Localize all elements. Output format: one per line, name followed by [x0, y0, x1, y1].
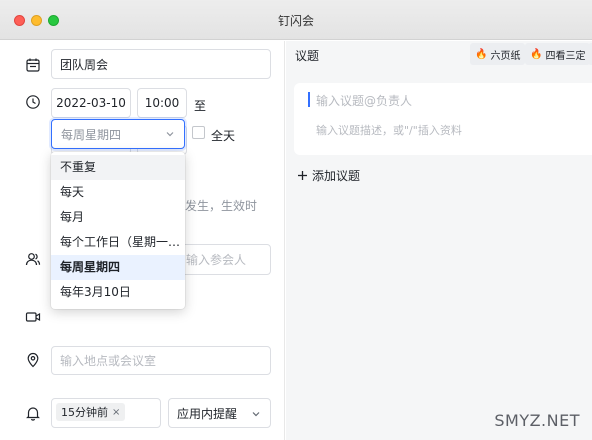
to-label: 至 — [194, 99, 207, 113]
agenda-description-input[interactable]: 输入议题描述，或"/"插入资料 — [316, 122, 462, 138]
agenda-title: 议题 — [295, 49, 320, 63]
remove-tag-icon[interactable]: × — [112, 407, 120, 418]
plus-icon — [298, 171, 307, 180]
window-title: 钉闪会 — [277, 14, 314, 28]
add-agenda-label: 添加议题 — [312, 169, 361, 183]
reminder-type-select[interactable]: 应用内提醒 — [168, 398, 271, 428]
reminder-tag-label: 15分钟前 — [61, 406, 108, 419]
agenda-panel: 议题 🔥 六页纸 🔥 四看三定 输入议题@负责人 输入议题描述，或"/"插入资料… — [286, 41, 592, 440]
repeat-select-value: 每周星期四 — [61, 127, 122, 142]
chip-label: 六页纸 — [490, 50, 521, 62]
add-agenda-button[interactable]: 添加议题 — [297, 167, 360, 184]
participants-icon — [25, 251, 41, 267]
agenda-title-input[interactable]: 输入议题@负责人 — [316, 92, 412, 109]
fire-icon: 🔥 — [530, 48, 543, 60]
template-chip-liuyezhi[interactable]: 🔥 六页纸 — [470, 43, 526, 65]
chevron-down-icon — [166, 132, 174, 137]
repeat-option[interactable]: 不重复 — [51, 155, 185, 180]
chip-label: 四看三定 — [545, 50, 586, 62]
location-pin-icon — [25, 352, 41, 368]
repeat-option[interactable]: 每年3月10日 — [51, 280, 185, 305]
start-time-input[interactable]: 10:00 — [137, 88, 187, 118]
video-camera-icon — [25, 309, 41, 325]
repeat-select[interactable]: 每周星期四 — [51, 119, 185, 149]
window-titlebar: 钉闪会 — [0, 0, 592, 40]
calendar-icon — [25, 57, 41, 73]
chevron-down-icon — [252, 412, 260, 417]
meeting-title-input[interactable]: 团队周会 — [51, 49, 271, 79]
bell-icon — [25, 405, 41, 421]
participants-input[interactable]: 输入参会人 — [175, 244, 271, 275]
clock-icon — [25, 94, 41, 110]
reminder-tag: 15分钟前 × — [56, 403, 126, 421]
repeat-hint-text: 发生，生效时 — [185, 199, 258, 213]
repeat-option[interactable]: 每天 — [51, 180, 185, 205]
watermark-text: SMYZ.NET — [494, 411, 580, 430]
allday-label: 全天 — [211, 129, 236, 143]
repeat-dropdown-menu: 不重复 每天 每月 每个工作日（星期一… 每周星期四 每年3月10日 — [51, 152, 185, 309]
fire-icon: 🔥 — [475, 48, 488, 60]
text-cursor — [308, 92, 310, 107]
start-date-input[interactable]: 2022-03-10 — [51, 88, 131, 118]
repeat-option-selected[interactable]: 每周星期四 — [51, 255, 185, 280]
template-chip-more[interactable] — [588, 43, 592, 65]
repeat-option[interactable]: 每月 — [51, 205, 185, 230]
template-chip-sikansanding[interactable]: 🔥 四看三定 — [525, 43, 591, 65]
reminder-type-value: 应用内提醒 — [177, 406, 238, 421]
repeat-option[interactable]: 每个工作日（星期一… — [51, 230, 185, 255]
allday-checkbox[interactable] — [192, 126, 205, 139]
location-input[interactable]: 输入地点或会议室 — [51, 346, 271, 375]
